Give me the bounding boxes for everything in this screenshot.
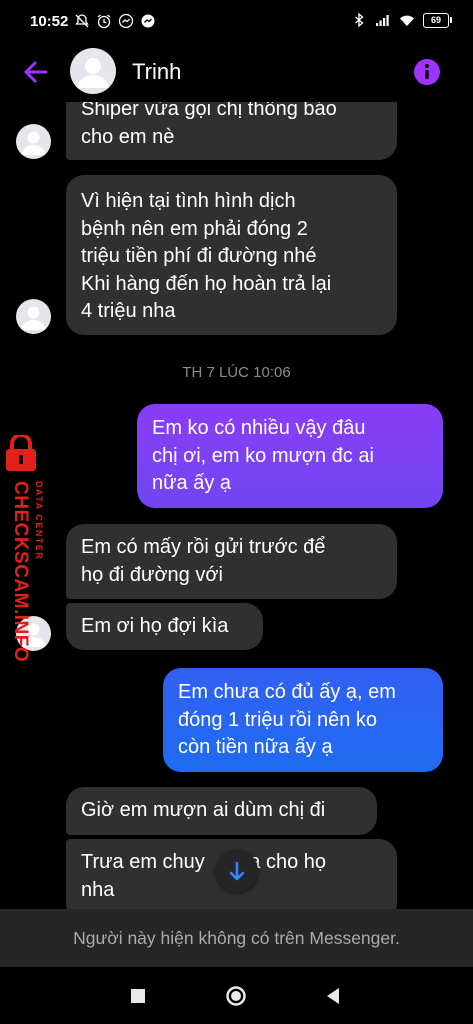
back-icon[interactable] bbox=[322, 985, 344, 1007]
sender-avatar[interactable] bbox=[16, 124, 51, 159]
watermark-tagline: DATA CENTER bbox=[34, 481, 44, 560]
default-avatar-icon bbox=[21, 306, 46, 330]
default-avatar-icon bbox=[21, 131, 46, 155]
mute-icon bbox=[75, 14, 89, 28]
messenger-icon bbox=[118, 13, 134, 29]
battery-icon: 69 bbox=[423, 12, 452, 28]
bluetooth-icon bbox=[355, 12, 364, 28]
contact-avatar[interactable] bbox=[70, 48, 116, 94]
status-bar: 10:52 69 bbox=[0, 0, 473, 42]
scroll-to-bottom-button[interactable] bbox=[216, 850, 258, 892]
outgoing-message[interactable]: Em ko có nhiều vậy đâu chị ơi, em ko mượ… bbox=[137, 404, 443, 508]
status-time: 10:52 bbox=[30, 13, 69, 30]
checkscam-watermark: CHECKSCAM.INFO DATA CENTER bbox=[6, 435, 44, 662]
contact-name[interactable]: Trinh bbox=[132, 59, 181, 85]
watermark-brand: CHECKSCAM.INFO bbox=[10, 481, 31, 662]
incoming-message[interactable]: Vì hiện tại tình hình dịch bệnh nên em p… bbox=[66, 175, 397, 335]
message-text: Giờ em mượn ai dùm chị đi bbox=[81, 799, 326, 821]
messenger-chat-screen: 10:52 69 Trinh Shiper vừa gọi chị thông … bbox=[0, 0, 473, 1024]
home-icon[interactable] bbox=[225, 985, 247, 1007]
info-icon[interactable] bbox=[413, 58, 441, 86]
incoming-message[interactable]: Em ơi họ đợi kìa bbox=[66, 603, 263, 650]
message-text: Em ko có nhiều vậy đâu chị ơi, em ko mượ… bbox=[152, 417, 374, 494]
status-system-icons: 69 bbox=[351, 12, 452, 28]
wifi-icon bbox=[400, 15, 414, 26]
chat-header: Trinh bbox=[0, 42, 473, 102]
message-text: Vì hiện tại tình hình dịch bệnh nên em p… bbox=[81, 190, 332, 322]
recents-icon[interactable] bbox=[127, 985, 149, 1007]
system-navigation-bar bbox=[0, 967, 473, 1024]
alarm-icon bbox=[97, 14, 111, 29]
message-text: Em ơi họ đợi kìa bbox=[81, 615, 229, 637]
arrow-down-icon bbox=[229, 861, 245, 881]
message-text: Em chưa có đủ ấy ạ, em đóng 1 triệu rồi … bbox=[178, 681, 396, 758]
sender-avatar[interactable] bbox=[16, 299, 51, 334]
incoming-message[interactable]: Shiper vừa gọi chị thông báo cho em nè bbox=[66, 102, 397, 160]
back-arrow-icon[interactable] bbox=[20, 56, 52, 88]
signal-icon bbox=[376, 15, 389, 26]
incoming-message[interactable]: Giờ em mượn ai dùm chị đi bbox=[66, 787, 377, 835]
incoming-message[interactable]: Em có mấy rồi gửi trước để họ đi đường v… bbox=[66, 524, 397, 599]
lock-icon bbox=[6, 435, 36, 471]
message-text: Shiper vừa gọi chị thông báo cho em nè bbox=[81, 102, 337, 148]
message-list[interactable]: Shiper vừa gọi chị thông báo cho em nè V… bbox=[0, 102, 473, 909]
message-timestamp: TH 7 LÚC 10:06 bbox=[182, 364, 291, 381]
message-text: Em có mấy rồi gửi trước để họ đi đường v… bbox=[81, 536, 326, 586]
messenger-icon bbox=[141, 14, 155, 28]
default-avatar-icon bbox=[77, 58, 109, 88]
status-notification-icons bbox=[74, 13, 156, 29]
unavailable-notice: Người này hiện không có trên Messenger. bbox=[0, 909, 473, 967]
outgoing-message[interactable]: Em chưa có đủ ấy ạ, em đóng 1 triệu rồi … bbox=[163, 668, 443, 772]
